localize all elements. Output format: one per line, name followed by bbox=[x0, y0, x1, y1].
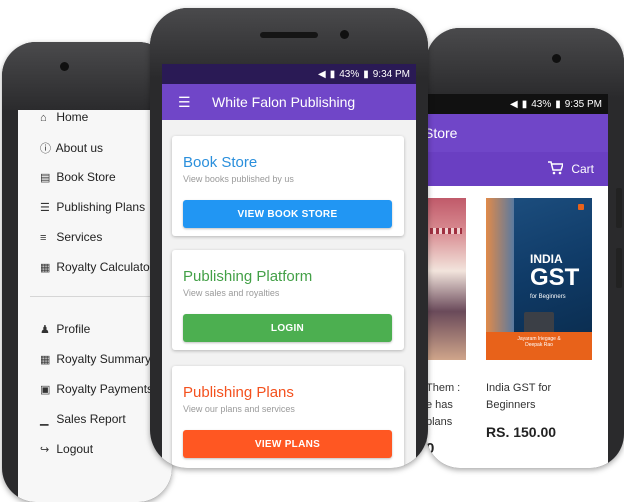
card-title: Book Store bbox=[183, 154, 258, 171]
cover-subtitle: for Beginners bbox=[530, 294, 566, 300]
signal-icon: ▮ bbox=[521, 98, 528, 110]
book-icon: ▤ bbox=[40, 172, 51, 184]
cart-label: Cart bbox=[571, 162, 594, 176]
app-title: Store bbox=[426, 125, 458, 141]
login-button[interactable]: LOGIN bbox=[183, 314, 392, 342]
user-icon: ♟ bbox=[40, 324, 50, 336]
power-button bbox=[616, 248, 622, 288]
view-plans-button[interactable]: VIEW PLANS bbox=[183, 430, 392, 458]
drawer-item-label: Home bbox=[56, 110, 89, 124]
publishing-platform-card: Publishing Platform View sales and royal… bbox=[172, 250, 404, 350]
book-title-line: plans bbox=[426, 416, 453, 428]
front-camera bbox=[552, 54, 561, 63]
book-price: 0 bbox=[426, 440, 435, 457]
cover-pattern bbox=[430, 228, 462, 234]
table-icon: ▦ bbox=[40, 354, 51, 366]
drawer-item-royalty-payments[interactable]: ▣ Royalty Payments bbox=[40, 382, 153, 396]
drawer-item-about[interactable]: ⓘ About us bbox=[40, 140, 103, 156]
drawer-item-publishing-plans[interactable]: ☰ Publishing Plans bbox=[40, 200, 145, 214]
info-icon: ⓘ bbox=[40, 143, 51, 155]
phone-bezel-top bbox=[2, 42, 172, 112]
status-bar: ◀ ▮ 43% ▮ 9:34 PM bbox=[162, 64, 416, 84]
drawer-item-royalty-calculator[interactable]: ▦ Royalty Calculator bbox=[40, 260, 154, 274]
drawer-item-services[interactable]: ≡ Services bbox=[40, 230, 102, 244]
services-icon: ≡ bbox=[40, 232, 47, 244]
drawer-item-label: Royalty Calculator bbox=[56, 260, 154, 274]
drawer-item-profile[interactable]: ♟ Profile bbox=[40, 322, 90, 336]
drawer-item-label: Royalty Payments bbox=[56, 382, 154, 396]
front-camera bbox=[340, 30, 349, 39]
bar-chart-icon: ▁ bbox=[40, 414, 49, 426]
battery-icon: ▮ bbox=[555, 98, 561, 110]
volume-button bbox=[616, 188, 622, 228]
clock: 9:34 PM bbox=[372, 68, 410, 80]
drawer-item-label: Profile bbox=[56, 322, 91, 336]
left-phone-frame: ⌂ Home ⓘ About us ▤ Book Store ☰ Publish… bbox=[2, 42, 172, 502]
drawer-item-royalty-summary[interactable]: ▦ Royalty Summary bbox=[40, 352, 151, 366]
book-cover[interactable]: INDIA GST for Beginners Jayaram Iriegage… bbox=[486, 198, 592, 360]
cart-bar: Cart bbox=[426, 152, 608, 186]
cart-button[interactable]: Cart bbox=[547, 160, 594, 178]
middle-phone-frame: ◀ ▮ 43% ▮ 9:34 PM ☰ White Falon Publishi… bbox=[150, 8, 428, 468]
battery-percent: 43% bbox=[339, 68, 360, 80]
cover-author: Deepak Rao bbox=[525, 342, 553, 348]
drawer-item-label: Book Store bbox=[56, 170, 116, 184]
card-subtitle: View sales and royalties bbox=[183, 288, 280, 298]
card-subtitle: View books published by us bbox=[183, 174, 294, 184]
battery-percent: 43% bbox=[531, 98, 552, 110]
cover-author-band: Jayaram Iriegage & Deepak Rao bbox=[486, 332, 592, 360]
book-title-line: Them : bbox=[426, 382, 461, 394]
cart-icon bbox=[547, 160, 565, 178]
book-store-screen: ◀ ▮ 43% ▮ 9:35 PM Store Cart Them : e ha… bbox=[426, 94, 608, 468]
drawer-item-label: Logout bbox=[56, 442, 94, 456]
wifi-icon: ◀ bbox=[510, 98, 518, 110]
app-bar: Store bbox=[426, 114, 608, 152]
book-title: India GST for Beginners bbox=[486, 380, 551, 414]
book-title-line: Beginners bbox=[486, 399, 536, 411]
status-bar: ◀ ▮ 43% ▮ 9:35 PM bbox=[426, 94, 608, 114]
home-icon: ⌂ bbox=[40, 112, 47, 124]
drawer-item-label: Sales Report bbox=[56, 412, 126, 426]
cover-calculator-graphic bbox=[524, 312, 554, 334]
app-bar: ☰ White Falon Publishing bbox=[162, 84, 416, 120]
right-phone-frame: ◀ ▮ 43% ▮ 9:35 PM Store Cart Them : e ha… bbox=[426, 28, 624, 468]
card-title: Publishing Plans bbox=[183, 384, 294, 401]
phone-bezel-top bbox=[426, 28, 624, 98]
list-icon: ☰ bbox=[40, 202, 50, 214]
battery-icon: ▮ bbox=[363, 68, 369, 80]
card-subtitle: View our plans and services bbox=[183, 404, 295, 414]
book-title-line: India GST for bbox=[486, 382, 552, 394]
drawer-item-label: About us bbox=[55, 141, 104, 155]
signal-icon: ▮ bbox=[329, 68, 336, 80]
logout-icon: ↪ bbox=[40, 444, 50, 456]
front-camera bbox=[60, 62, 69, 71]
cover-big-title: GST bbox=[530, 264, 580, 291]
money-icon: ▣ bbox=[40, 384, 51, 396]
drawer-item-home[interactable]: ⌂ Home bbox=[40, 110, 88, 124]
drawer-item-sales-report[interactable]: ▁ Sales Report bbox=[40, 412, 126, 426]
view-book-store-button[interactable]: VIEW BOOK STORE bbox=[183, 200, 392, 228]
speaker-grille bbox=[260, 32, 318, 38]
drawer-item-label: Publishing Plans bbox=[56, 200, 146, 214]
drawer-item-logout[interactable]: ↪ Logout bbox=[40, 442, 93, 456]
drawer-item-book-store[interactable]: ▤ Book Store bbox=[40, 170, 116, 184]
calculator-icon: ▦ bbox=[40, 262, 51, 274]
book-price: RS. 150.00 bbox=[486, 424, 557, 440]
book-title-line: e has bbox=[426, 399, 453, 411]
app-title: White Falon Publishing bbox=[212, 94, 356, 110]
drawer-screen: ⌂ Home ⓘ About us ▤ Book Store ☰ Publish… bbox=[18, 110, 172, 502]
card-title: Publishing Platform bbox=[183, 268, 313, 285]
drawer-item-label: Royalty Summary bbox=[56, 352, 152, 366]
book-store-card: Book Store View books published by us VI… bbox=[172, 136, 404, 236]
book-cover[interactable] bbox=[426, 198, 466, 360]
publisher-logo-icon bbox=[578, 204, 584, 210]
hamburger-menu-icon[interactable]: ☰ bbox=[178, 94, 191, 111]
wifi-icon: ◀ bbox=[318, 68, 326, 80]
publishing-plans-card: Publishing Plans View our plans and serv… bbox=[172, 366, 404, 468]
book-title: Them : e has plans bbox=[426, 380, 460, 431]
home-screen: ◀ ▮ 43% ▮ 9:34 PM ☰ White Falon Publishi… bbox=[162, 64, 416, 468]
clock: 9:35 PM bbox=[564, 98, 602, 110]
drawer-item-label: Services bbox=[56, 230, 103, 244]
